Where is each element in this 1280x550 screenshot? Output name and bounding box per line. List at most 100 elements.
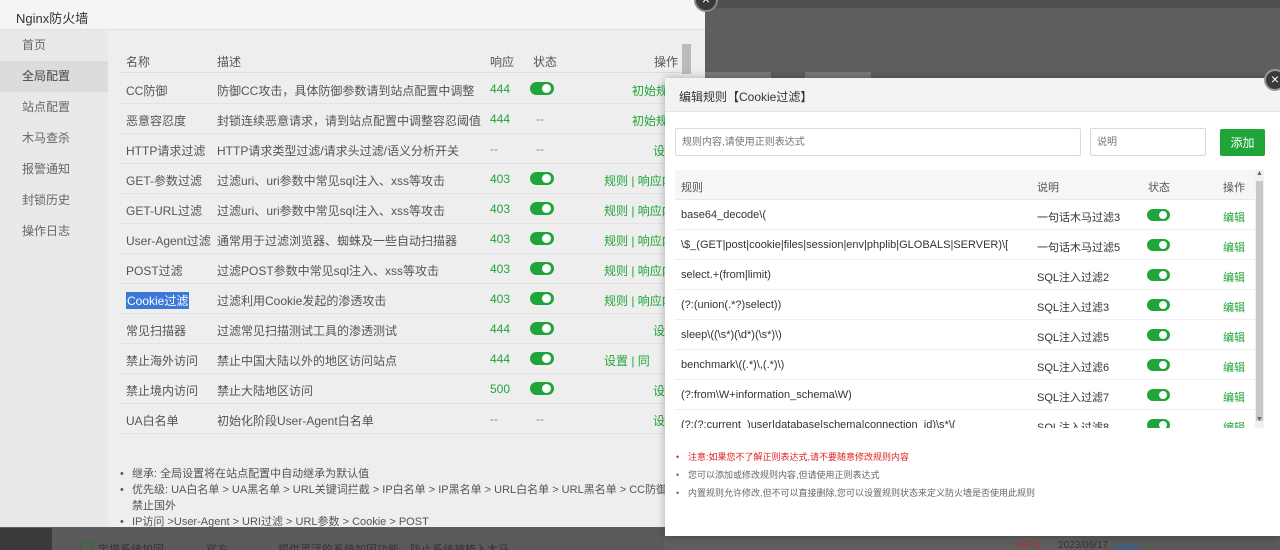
- modal-close-icon[interactable]: ×: [1264, 69, 1280, 91]
- status-toggle[interactable]: [1147, 389, 1170, 401]
- rule-desc: 禁止中国大陆以外的地区访问站点: [217, 354, 398, 368]
- col-status: 状态: [533, 55, 558, 69]
- status-toggle[interactable]: [530, 202, 554, 215]
- rule-name: Cookie过滤: [126, 292, 190, 309]
- status-toggle[interactable]: [530, 232, 554, 245]
- status-toggle[interactable]: [1147, 359, 1170, 371]
- edit-link[interactable]: 编辑: [1223, 269, 1245, 285]
- edit-link[interactable]: 编辑: [1223, 419, 1245, 428]
- rule-regex: benchmark\((.*)\,(.*)\): [681, 359, 785, 371]
- background-plugin-row: 宝塔系统加固 官方 提供灵活的系统加固功能，防止系统被植入木马: [52, 528, 664, 550]
- sidebar: 首页 全局配置 站点配置 木马查杀 报警通知 封锁历史 操作日志: [0, 30, 108, 527]
- rule-resp: 444: [490, 352, 511, 366]
- rule-name: GET-URL过滤: [126, 204, 203, 218]
- rule-desc: 通常用于过滤浏览器、蜘蛛及一些自动扫描器: [217, 234, 458, 248]
- scroll-up-icon[interactable]: ▲: [1255, 170, 1264, 180]
- sidebar-item-global-config[interactable]: 全局配置: [0, 61, 108, 92]
- rule-ops-link[interactable]: 规则 | 响应内: [604, 232, 674, 249]
- modal-title: 编辑规则【Cookie过滤】: [679, 90, 813, 104]
- edit-link[interactable]: 编辑: [1223, 299, 1245, 315]
- rule-note: 一句话木马过滤5: [1037, 242, 1121, 254]
- rule-resp: 403: [490, 202, 511, 216]
- sidebar-item-home[interactable]: 首页: [0, 30, 108, 61]
- status-toggle[interactable]: [1147, 329, 1170, 341]
- table-row: CC防御 防御CC攻击，具体防御参数请到站点配置中调整 444 初始规: [120, 74, 692, 104]
- rule-name: UA白名单: [126, 414, 179, 428]
- status-toggle[interactable]: [1147, 239, 1170, 251]
- rule-resp: 444: [490, 112, 511, 126]
- modal-scrollbar-thumb[interactable]: [1256, 181, 1263, 421]
- rule-desc: 过滤常见扫描测试工具的渗透测试: [217, 324, 398, 338]
- rule-input[interactable]: [675, 128, 1081, 156]
- scrollbar[interactable]: [682, 44, 691, 74]
- sidebar-item-trojan-scan[interactable]: 木马查杀: [0, 123, 108, 154]
- table-row: 禁止境内访问 禁止大陆地区访问 500 设: [120, 374, 692, 404]
- table-row: GET-URL过滤 过滤uri、uri参数中常见sql注入、xss等攻击 403 规则…: [120, 194, 692, 224]
- rule-name: 禁止海外访问: [126, 354, 199, 368]
- status-toggle[interactable]: [530, 322, 554, 335]
- rule-ops-link[interactable]: 设: [653, 322, 665, 339]
- note-priority-cont-text: IP访问 >User-Agent > URI过滤 > URL参数 > Cooki…: [132, 516, 429, 528]
- rule-regex: (?:from\W+information_schema\W): [681, 389, 852, 401]
- sidebar-item-site-config[interactable]: 站点配置: [0, 92, 108, 123]
- rule-ops-link[interactable]: 设: [653, 382, 665, 399]
- table-row: GET-参数过滤 过滤uri、uri参数中常见sql注入、xss等攻击 403 规则 …: [120, 164, 692, 194]
- rule-note: SQL注入过滤7: [1037, 392, 1110, 404]
- rule-note: SQL注入过滤2: [1037, 272, 1110, 284]
- note-input[interactable]: [1090, 128, 1206, 156]
- bg-row-type: 官方: [206, 544, 228, 550]
- rule-status: --: [536, 412, 544, 426]
- rule-ops-link[interactable]: 设置 | 同: [604, 352, 650, 369]
- sidebar-item-block-history[interactable]: 封锁历史: [0, 185, 108, 216]
- bg-row-renew[interactable]: (续费): [1114, 540, 1141, 550]
- rule-ops-link[interactable]: 设: [653, 412, 665, 429]
- edit-link[interactable]: 编辑: [1223, 389, 1245, 405]
- rule-resp: --: [490, 142, 498, 156]
- note-tip: 内置规则允许修改,但不可以直接删除,您可以设置规则状态来定义防火墙是否使用此规则: [675, 484, 1265, 502]
- rule-note: 一句话木马过滤3: [1037, 212, 1121, 224]
- status-toggle[interactable]: [1147, 299, 1170, 311]
- sidebar-item-operation-log[interactable]: 操作日志: [0, 216, 108, 247]
- rule-resp: 444: [490, 322, 511, 336]
- table-row: \$_(GET|post|cookie|files|session|env|ph…: [675, 230, 1255, 260]
- rule-desc: 禁止大陆地区访问: [217, 384, 314, 398]
- rule-desc: 过滤利用Cookie发起的渗透攻击: [217, 294, 387, 308]
- bg-row-desc: 提供灵活的系统加固功能，防止系统被植入木马: [278, 544, 509, 550]
- rule-ops-link[interactable]: 规则 | 响应内: [604, 262, 674, 279]
- edit-link[interactable]: 编辑: [1223, 329, 1245, 345]
- status-toggle[interactable]: [530, 352, 554, 365]
- status-toggle[interactable]: [1147, 419, 1170, 428]
- status-toggle[interactable]: [530, 382, 554, 395]
- status-toggle[interactable]: [530, 82, 554, 95]
- sidebar-item-alert-notify[interactable]: 报警通知: [0, 154, 108, 185]
- edit-link[interactable]: 编辑: [1223, 359, 1245, 375]
- status-toggle[interactable]: [1147, 209, 1170, 221]
- table-row: (?:(union(.*?)select)) SQL注入过滤3 编辑: [675, 290, 1255, 320]
- firewall-window: Nginx防火墙 首页 全局配置 站点配置 木马查杀 报警通知 封锁历史 操作日…: [0, 0, 718, 530]
- status-toggle[interactable]: [530, 262, 554, 275]
- edit-rule-modal: 编辑规则【Cookie过滤】 添加 规则 说明 状态 操作 base64_dec…: [665, 78, 1280, 536]
- table-row: base64_decode\(一句话木马过滤3 编辑: [675, 200, 1255, 230]
- status-toggle[interactable]: [1147, 269, 1170, 281]
- table-row: UA白名单 初始化阶段User-Agent白名单 -- -- 设: [120, 404, 692, 434]
- scroll-down-icon[interactable]: ▼: [1255, 416, 1264, 426]
- rule-ops-link[interactable]: 初始规: [632, 112, 668, 129]
- status-toggle[interactable]: [530, 172, 554, 185]
- rule-ops-link[interactable]: 规则 | 响应内: [604, 172, 674, 189]
- rule-ops-link[interactable]: 规则 | 响应内: [604, 202, 674, 219]
- col-ops: 操作: [654, 55, 679, 69]
- rule-regex: (?:(union(.*?)select)): [681, 299, 782, 311]
- edit-link[interactable]: 编辑: [1223, 209, 1245, 225]
- table-row: benchmark\((.*)\,(.*)\) SQL注入过滤6 编辑: [675, 350, 1255, 380]
- background-topbar: [705, 0, 1280, 8]
- note-warning: 注意:如果您不了解正则表达式,请不要随意修改规则内容: [675, 448, 1265, 466]
- rule-ops-link[interactable]: 规则 | 响应内: [604, 292, 674, 309]
- status-toggle[interactable]: [530, 292, 554, 305]
- rule-desc: 过滤uri、uri参数中常见sql注入、xss等攻击: [217, 174, 446, 188]
- edit-link[interactable]: 编辑: [1223, 239, 1245, 255]
- add-button[interactable]: 添加: [1220, 129, 1265, 156]
- table-row: HTTP请求过滤 HTTP请求类型过滤/请求头过滤/语义分析开关 -- -- 设: [120, 134, 692, 164]
- window-title: Nginx防火墙: [16, 11, 89, 26]
- rule-ops-link[interactable]: 设: [653, 142, 665, 159]
- rule-ops-link[interactable]: 初始规: [632, 82, 668, 99]
